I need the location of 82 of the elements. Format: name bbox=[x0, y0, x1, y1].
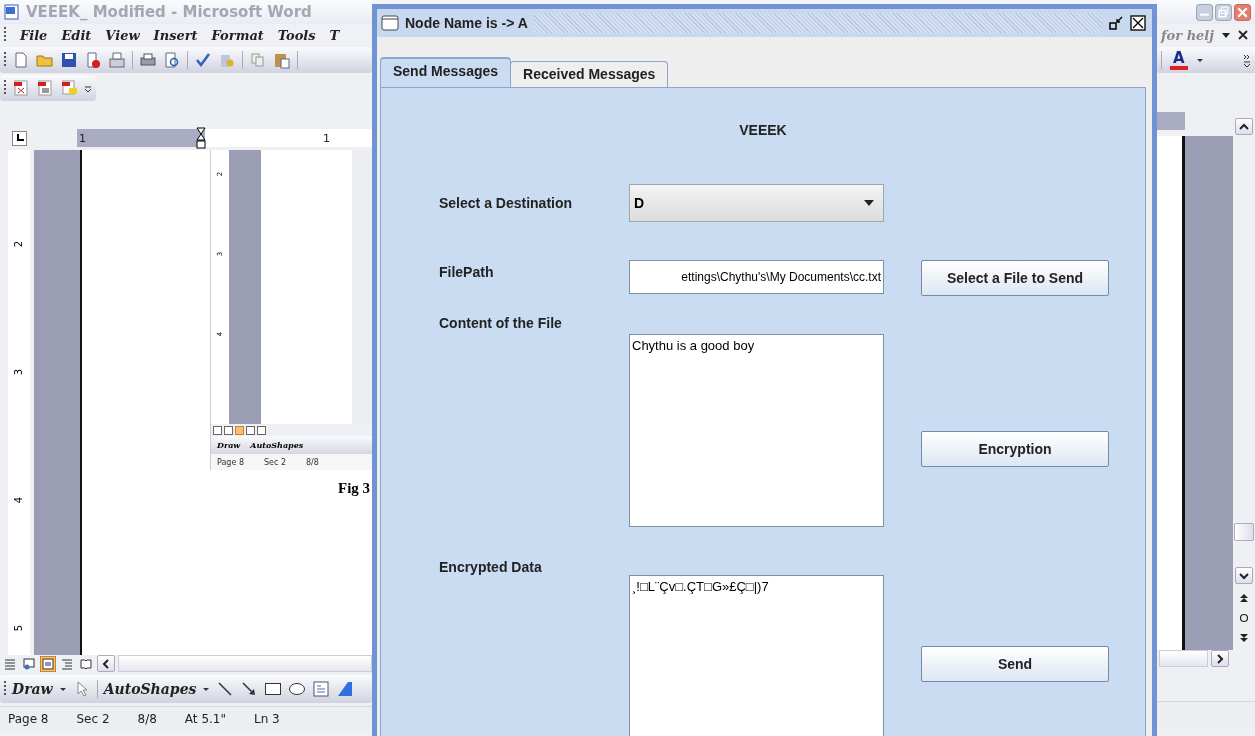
scroll-down-button[interactable] bbox=[1235, 567, 1253, 584]
indent-marker-icon[interactable] bbox=[196, 127, 206, 149]
menu-item[interactable]: T bbox=[329, 27, 340, 43]
status-text: At 5.1" bbox=[184, 712, 226, 726]
print-preview-icon[interactable] bbox=[163, 51, 181, 69]
field-label: FilePath bbox=[439, 263, 495, 280]
ruler-number: 1 bbox=[78, 131, 86, 145]
tab[interactable]: Send Messages bbox=[380, 57, 512, 87]
ruler-number: 2 bbox=[13, 240, 25, 248]
status-text: 8/8 bbox=[137, 712, 157, 726]
close-icon[interactable] bbox=[1238, 30, 1248, 40]
spell-check-icon[interactable] bbox=[194, 51, 212, 69]
menu-item[interactable]: Edit bbox=[61, 27, 92, 43]
document-icon bbox=[4, 4, 20, 20]
browse-object-icon[interactable] bbox=[1239, 612, 1249, 624]
ruler-number: 1 bbox=[322, 131, 330, 145]
encryption-button[interactable]: Encryption bbox=[921, 431, 1109, 467]
ruler-number: 3 bbox=[13, 368, 25, 376]
ruler-number: 4 bbox=[13, 496, 25, 504]
field-label: Content of the File bbox=[439, 315, 563, 331]
overflow-icon[interactable] bbox=[1243, 53, 1251, 67]
oval-icon[interactable] bbox=[288, 680, 307, 698]
status-text: 8/8 bbox=[306, 457, 319, 467]
save-icon[interactable] bbox=[60, 51, 78, 69]
destination-dropdown[interactable]: D bbox=[629, 184, 884, 222]
caret-icon[interactable] bbox=[1222, 30, 1230, 40]
new-document-icon[interactable] bbox=[12, 51, 30, 69]
field-label: Encrypted Data bbox=[439, 559, 543, 575]
window-title: VEEEK_ Modified - Microsoft Word bbox=[26, 3, 312, 21]
menu-item[interactable]: Insert bbox=[153, 27, 198, 43]
scroll-right-button[interactable] bbox=[1211, 650, 1229, 667]
window-icon bbox=[381, 15, 399, 31]
scroll-left-button[interactable] bbox=[97, 655, 115, 672]
font-color-button[interactable]: A bbox=[1170, 50, 1188, 70]
dialog-title: Node Name is -> A bbox=[405, 15, 528, 31]
encrypted-data-area[interactable]: ¸!□L¨Çv□.ÇT□G»£Ç□|)7 bbox=[629, 575, 884, 736]
web-view-button[interactable] bbox=[21, 655, 37, 672]
pdf-icon[interactable] bbox=[36, 79, 54, 97]
print-icon[interactable] bbox=[139, 51, 157, 69]
fax-icon[interactable] bbox=[108, 51, 126, 69]
status-text: Sec 2 bbox=[76, 712, 110, 726]
figure-caption: Fig 3 bbox=[338, 480, 372, 497]
horizontal-scrollbar[interactable] bbox=[1159, 650, 1208, 667]
pdf-icon[interactable] bbox=[12, 79, 30, 97]
status-text: Sec 2 bbox=[264, 457, 287, 467]
file-path-field[interactable]: ettings\Chythu's\My Documents\cc.txt bbox=[629, 260, 884, 294]
status-text: Page 8 bbox=[217, 457, 244, 467]
send-button[interactable]: Send bbox=[921, 646, 1109, 682]
ruler bbox=[1157, 112, 1185, 130]
print-view-button[interactable] bbox=[40, 655, 56, 672]
scroll-up-button[interactable] bbox=[1235, 118, 1253, 135]
close-icon[interactable] bbox=[1130, 15, 1146, 31]
overflow-icon[interactable] bbox=[84, 83, 92, 93]
autoshapes-menu[interactable]: AutoShapes bbox=[103, 681, 197, 697]
next-page-icon[interactable] bbox=[1239, 632, 1249, 644]
horizontal-scrollbar[interactable] bbox=[118, 655, 372, 672]
document-icon[interactable] bbox=[84, 51, 102, 69]
wordart-icon[interactable] bbox=[336, 680, 355, 698]
status-text: Page 8 bbox=[8, 712, 49, 726]
menu-item[interactable]: Format bbox=[211, 27, 264, 43]
minimize-icon[interactable] bbox=[1108, 15, 1124, 31]
select-file-button[interactable]: Select a File to Send bbox=[921, 260, 1109, 296]
tab[interactable]: Received Messages bbox=[510, 61, 669, 87]
tab-selector[interactable] bbox=[12, 130, 27, 146]
previous-page-icon[interactable] bbox=[1239, 592, 1249, 604]
pdf-comment-icon[interactable] bbox=[60, 79, 78, 97]
scroll-thumb[interactable] bbox=[1234, 523, 1254, 541]
heading: VEEEK bbox=[738, 122, 788, 138]
field-label: Select a Destination bbox=[439, 195, 574, 211]
rectangle-icon[interactable] bbox=[264, 680, 283, 698]
text-box-icon[interactable] bbox=[312, 680, 331, 698]
menu-item[interactable]: File bbox=[20, 27, 48, 43]
menu-item[interactable]: Tools bbox=[277, 27, 316, 43]
file-content-area[interactable]: Chythu is a good boy bbox=[629, 334, 884, 527]
tab-stop-icon bbox=[15, 134, 24, 142]
close-button[interactable] bbox=[1234, 3, 1251, 21]
caret-icon bbox=[863, 199, 875, 207]
draw-menu[interactable]: Draw bbox=[12, 681, 53, 697]
status-text: Ln 3 bbox=[254, 712, 280, 726]
menu-item[interactable]: View bbox=[105, 27, 140, 43]
ruler-number: 5 bbox=[13, 624, 25, 632]
paste-icon[interactable] bbox=[273, 51, 291, 69]
